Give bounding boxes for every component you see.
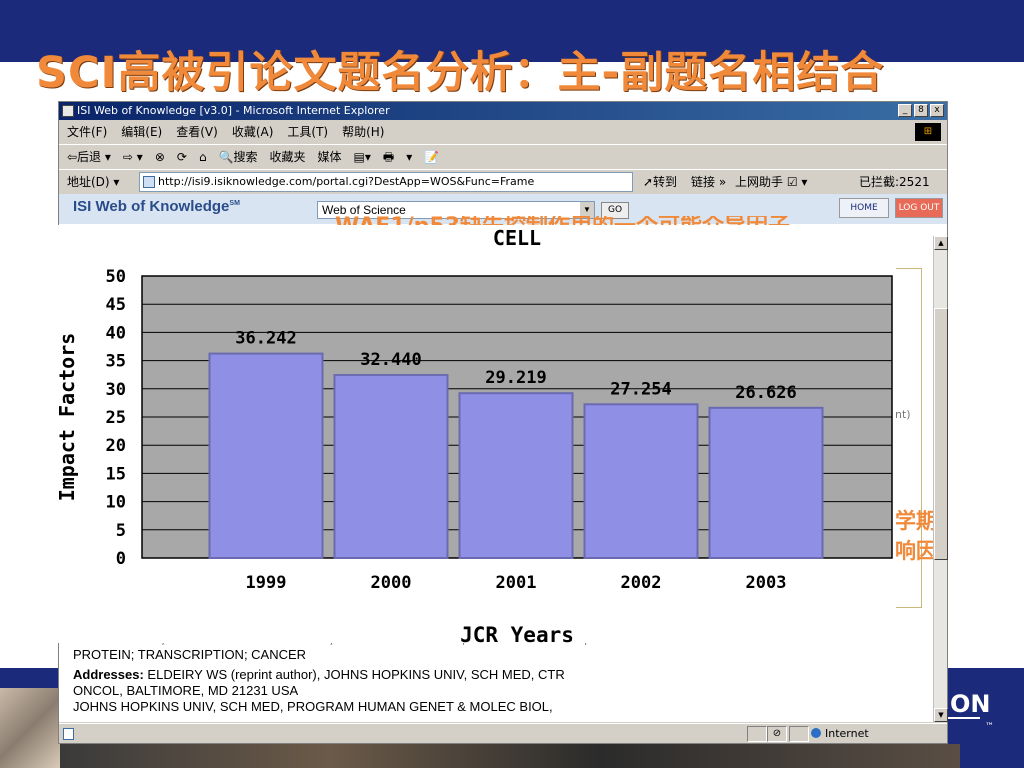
footer-photo-strip: [60, 744, 960, 768]
data-label: 26.626: [735, 383, 796, 403]
data-label: 29.219: [485, 368, 546, 388]
footer-photo: [0, 688, 60, 768]
forward-button[interactable]: ⇨ ▾: [123, 145, 143, 168]
x-tick-label: 2000: [371, 573, 412, 593]
globe-icon: [811, 728, 821, 738]
y-tick-label: 50: [106, 267, 126, 287]
windows-flag-icon: ⊞: [915, 123, 941, 141]
x-tick-label: 2001: [496, 573, 537, 593]
page-icon: [143, 176, 155, 188]
links-button[interactable]: 链接 »: [691, 170, 726, 194]
address-text-1: ELDEIRY WS (reprint author), JOHNS HOPKI…: [143, 667, 565, 682]
addresses-label: Addresses:: [73, 667, 144, 682]
url-text: http://isi9.isiknowledge.com/portal.cgi?…: [158, 175, 535, 188]
scroll-up-icon[interactable]: ▲: [934, 236, 948, 250]
status-pane-lock: [747, 726, 767, 742]
y-axis-label: Impact Factors: [55, 333, 79, 502]
y-tick-label: 25: [106, 408, 126, 428]
edit-dropdown[interactable]: ▾: [406, 145, 412, 168]
y-tick-label: 35: [106, 352, 126, 372]
vertical-scrollbar[interactable]: ▲ ▼: [933, 236, 948, 722]
brand-trademark: ™: [985, 722, 994, 732]
menu-help[interactable]: 帮助(H): [342, 121, 384, 143]
ie-app-icon: [62, 105, 74, 117]
home-icon[interactable]: ⌂: [199, 145, 207, 168]
page-status-icon: [63, 728, 74, 740]
menu-edit[interactable]: 编辑(E): [121, 121, 162, 143]
minimize-button[interactable]: _: [898, 104, 912, 117]
address-label: 地址(D) ▾: [67, 175, 120, 189]
isi-logo-sm: SM: [229, 200, 240, 207]
y-tick-label: 40: [106, 323, 126, 343]
url-input[interactable]: http://isi9.isiknowledge.com/portal.cgi?…: [139, 172, 633, 192]
search-button[interactable]: 🔍搜索: [219, 145, 258, 168]
logout-button[interactable]: LOG OUT: [895, 198, 943, 218]
isi-logo-text: ISI Web of Knowledge: [73, 198, 230, 215]
chart-svg: 0 5 10 15 20 25 30 35 40 45 50 36.242 1999 32.440 2000…: [55, 226, 893, 643]
maximize-button[interactable]: 8: [914, 104, 928, 117]
address-line-2: ONCOL, BALTIMORE, MD 21231 USA: [73, 683, 299, 698]
y-tick-label: 15: [106, 464, 126, 484]
menu-view[interactable]: 查看(V): [176, 121, 218, 143]
chart-title: CELL: [493, 226, 541, 250]
data-label: 32.440: [360, 350, 421, 370]
media-button[interactable]: 媒体: [318, 145, 342, 168]
stop-icon[interactable]: ⊗: [155, 145, 165, 168]
bar: [458, 392, 574, 559]
y-tick-label: 30: [106, 380, 126, 400]
brand-logo-fragment: ON: [950, 690, 991, 718]
x-tick-label: 2003: [746, 573, 787, 593]
back-button[interactable]: ⇦后退 ▾: [67, 145, 111, 168]
history-button[interactable]: ▤▾: [354, 145, 371, 168]
status-bar: ⊘ Internet: [59, 723, 947, 743]
y-tick-label: 0: [116, 549, 126, 569]
security-zone: Internet: [811, 724, 869, 744]
print-icon[interactable]: 🖶: [383, 145, 394, 168]
slide-title: SCI高被引论文题名分析：主-副题名相结合: [36, 48, 885, 98]
y-tick-label: 10: [106, 493, 126, 513]
isi-logo[interactable]: ISI Web of KnowledgeSM: [73, 198, 240, 215]
bar: [333, 374, 449, 559]
menu-tools[interactable]: 工具(T): [287, 121, 328, 143]
keywords-line: PROTEIN; TRANSCRIPTION; CANCER: [73, 647, 307, 662]
security-zone-label: Internet: [825, 727, 869, 740]
address-line-1: Addresses: ELDEIRY WS (reprint author), …: [73, 667, 893, 683]
popup-blocked-counter[interactable]: 已拦截:2521: [859, 170, 930, 194]
browser-helper-button[interactable]: 上网助手 ☑ ▾: [735, 170, 807, 194]
popup-blocker-icon[interactable]: ⊘: [767, 726, 787, 742]
x-tick-label: 2002: [621, 573, 662, 593]
x-axis-label: JCR Years: [460, 623, 574, 643]
data-label: 27.254: [610, 379, 671, 399]
y-tick-label: 5: [116, 521, 126, 541]
menu-bar: 文件(F) 编辑(E) 查看(V) 收藏(A) 工具(T) 帮助(H): [59, 121, 947, 143]
bar: [708, 406, 824, 559]
standard-toolbar: ⇦后退 ▾ ⇨ ▾ ⊗ ⟳ ⌂ 🔍搜索 收藏夹 媒体 ▤▾ 🖶 ▾ 📝: [59, 144, 947, 168]
refresh-icon[interactable]: ⟳: [177, 145, 187, 168]
bar: [583, 403, 699, 559]
status-pane-empty: [789, 726, 809, 742]
scroll-down-icon[interactable]: ▼: [934, 708, 948, 722]
y-tick-label: 45: [106, 295, 126, 315]
address-bar: 地址(D) ▾ http://isi9.isiknowledge.com/por…: [59, 169, 947, 193]
bar: [208, 352, 324, 559]
menu-favorites[interactable]: 收藏(A): [232, 121, 274, 143]
data-label: 36.242: [235, 329, 296, 349]
database-select-value: Web of Science: [322, 203, 406, 217]
window-title: ISI Web of Knowledge [v3.0] - Microsoft …: [77, 104, 390, 117]
y-tick-label: 20: [106, 436, 126, 456]
favorites-button[interactable]: 收藏夹: [270, 145, 306, 168]
close-button[interactable]: x: [930, 104, 944, 117]
address-line-3: JOHNS HOPKINS UNIV, SCH MED, PROGRAM HUM…: [73, 699, 553, 714]
window-controls: _ 8 x: [898, 104, 944, 117]
record-details: CARCINOMAS; ENHANCED EXPRESSION; GENE EX…: [73, 637, 893, 715]
x-tick-label: 1999: [246, 573, 287, 593]
go-to-button[interactable]: ➚转到: [643, 170, 677, 194]
record-fragment-text: nt): [895, 408, 911, 421]
impact-factor-chart: 0 5 10 15 20 25 30 35 40 45 50 36.242 1999 32.440 2000…: [50, 225, 896, 643]
discuss-icon[interactable]: 📝: [424, 145, 439, 168]
home-button[interactable]: HOME: [839, 198, 889, 218]
window-titlebar[interactable]: ISI Web of Knowledge [v3.0] - Microsoft …: [59, 102, 947, 120]
menu-file[interactable]: 文件(F): [67, 121, 107, 143]
scroll-thumb[interactable]: [934, 308, 948, 560]
